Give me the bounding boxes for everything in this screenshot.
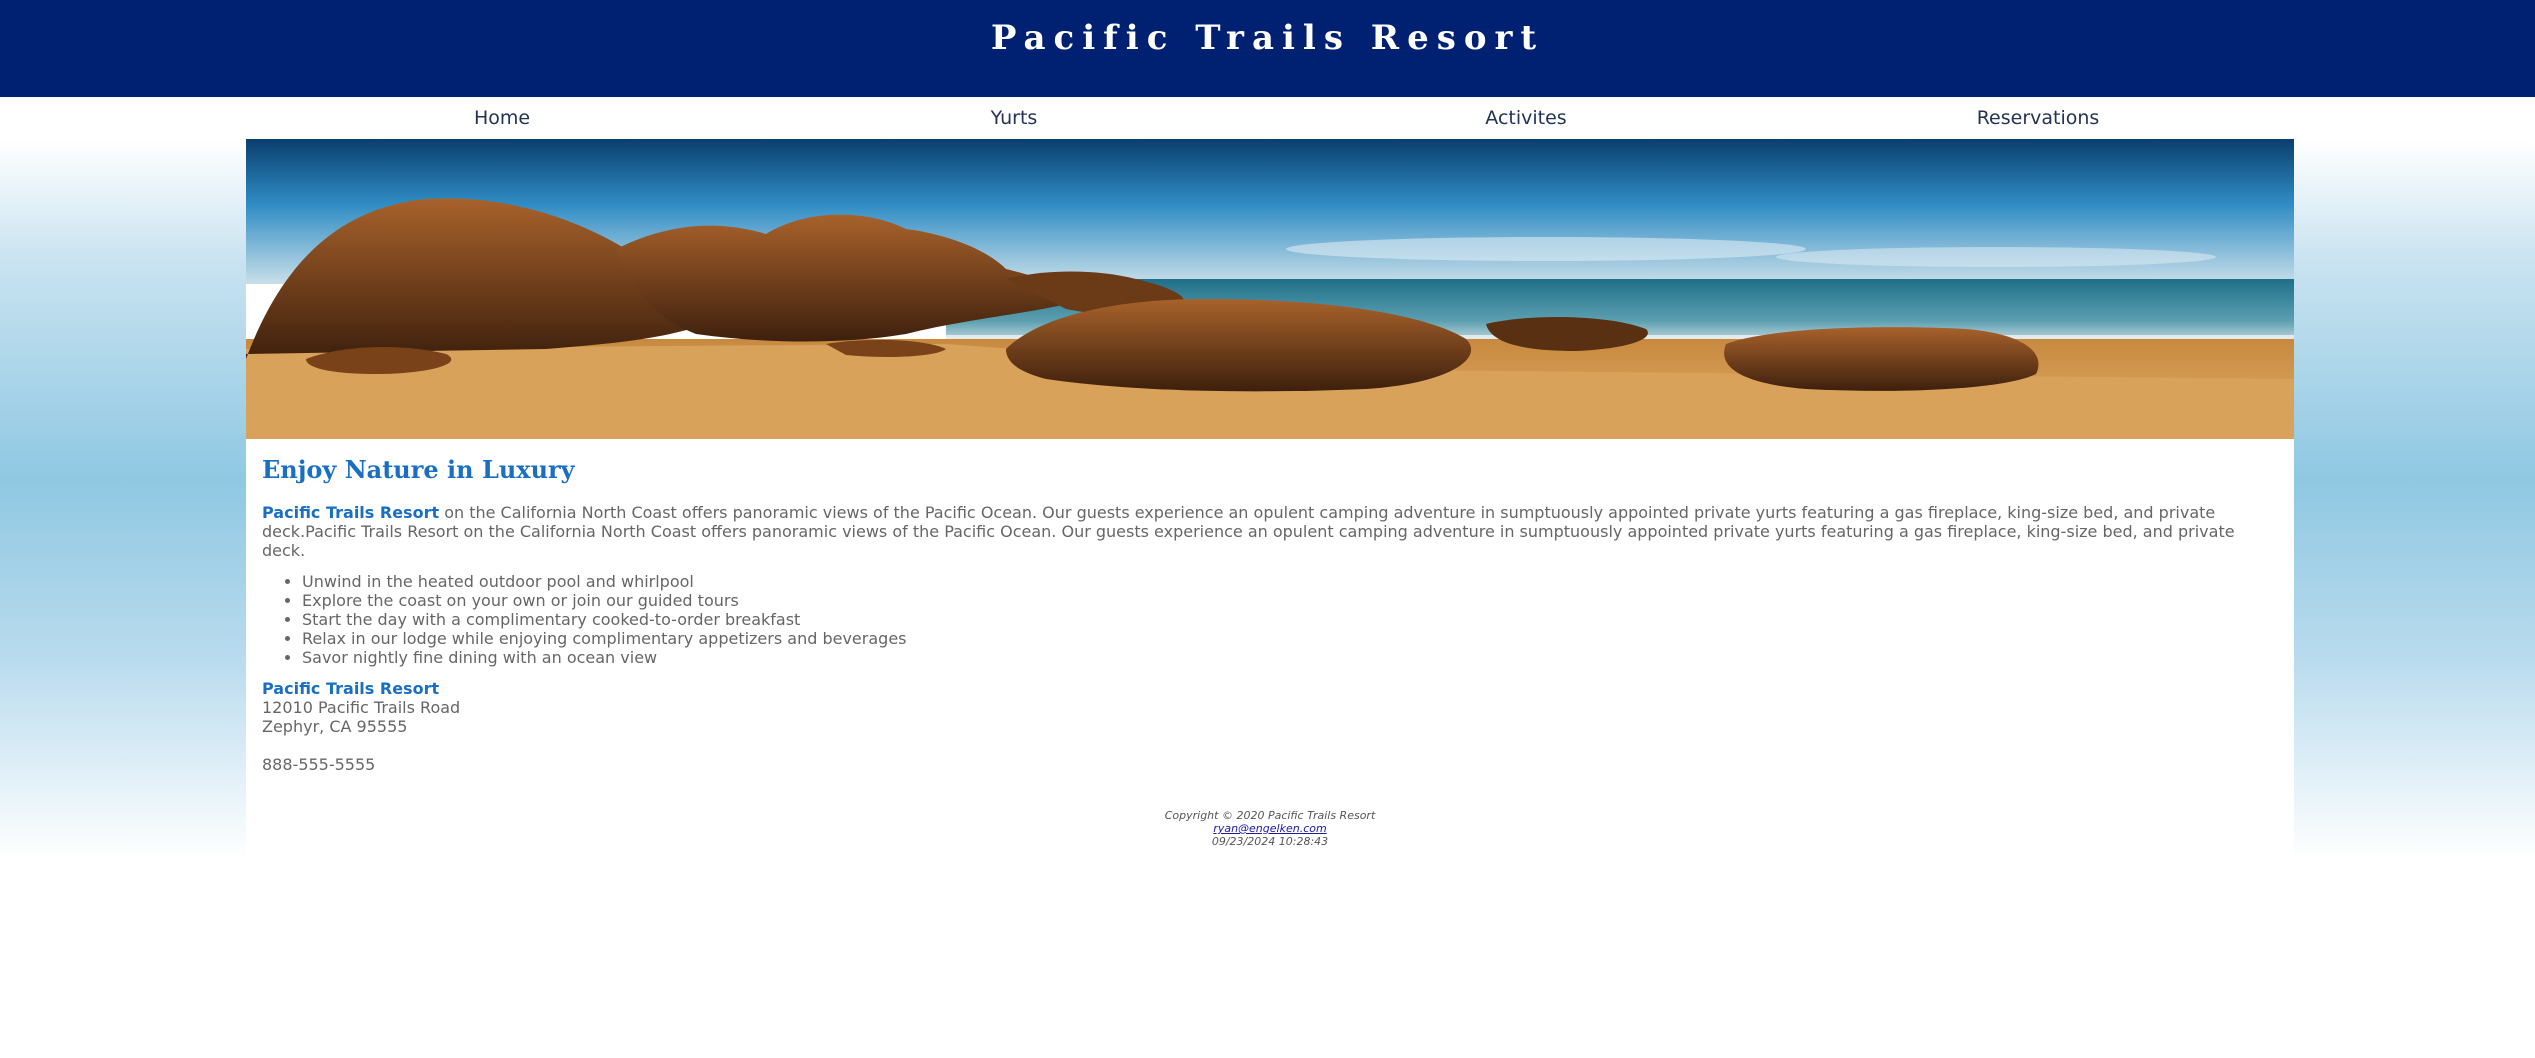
footer-timestamp: 09/23/2024 10:28:43 xyxy=(1211,835,1329,848)
intro-paragraph: Pacific Trails Resort on the California … xyxy=(262,503,2272,560)
contact-city: Zephyr, CA 95555 xyxy=(262,717,408,736)
footer-email-link[interactable]: ryan@engelken.com xyxy=(1213,822,1326,835)
main-content: Enjoy Nature in Luxury Pacific Trails Re… xyxy=(262,455,2272,774)
hero-beach-image xyxy=(246,139,2294,439)
list-item: Relax in our lodge while enjoying compli… xyxy=(302,629,2272,648)
page-heading: Enjoy Nature in Luxury xyxy=(262,455,575,484)
copyright-text: Copyright © 2020 Pacific Trails Resort xyxy=(1164,809,1376,822)
page-wrapper: Enjoy Nature in Luxury Pacific Trails Re… xyxy=(246,139,2294,855)
nav-activities-link[interactable]: Activites xyxy=(1270,97,1782,139)
list-item: Savor nightly fine dining with an ocean … xyxy=(302,648,2272,667)
list-item: Explore the coast on your own or join ou… xyxy=(302,591,2272,610)
resort-name-inline: Pacific Trails Resort xyxy=(262,503,440,522)
feature-list: Unwind in the heated outdoor pool and wh… xyxy=(262,572,2272,667)
site-header: Pacific Trails Resort xyxy=(0,0,2535,97)
nav-reservations-link[interactable]: Reservations xyxy=(1782,97,2294,139)
list-item: Unwind in the heated outdoor pool and wh… xyxy=(302,572,2272,591)
contact-phone: 888-555-5555 xyxy=(262,755,376,774)
site-footer: Copyright © 2020 Pacific Trails Resort r… xyxy=(246,809,2294,848)
contact-street: 12010 Pacific Trails Road xyxy=(262,698,461,717)
list-item: Start the day with a complimentary cooke… xyxy=(302,610,2272,629)
contact-block: Pacific Trails Resort 12010 Pacific Trai… xyxy=(262,679,2272,774)
site-title: Pacific Trails Resort xyxy=(990,18,1545,58)
contact-name: Pacific Trails Resort xyxy=(262,679,440,698)
intro-text: on the California North Coast offers pan… xyxy=(262,503,2235,560)
nav-home-link[interactable]: Home xyxy=(246,97,758,139)
main-nav: Home Yurts Activites Reservations xyxy=(246,97,2294,139)
nav-yurts-link[interactable]: Yurts xyxy=(758,97,1270,139)
